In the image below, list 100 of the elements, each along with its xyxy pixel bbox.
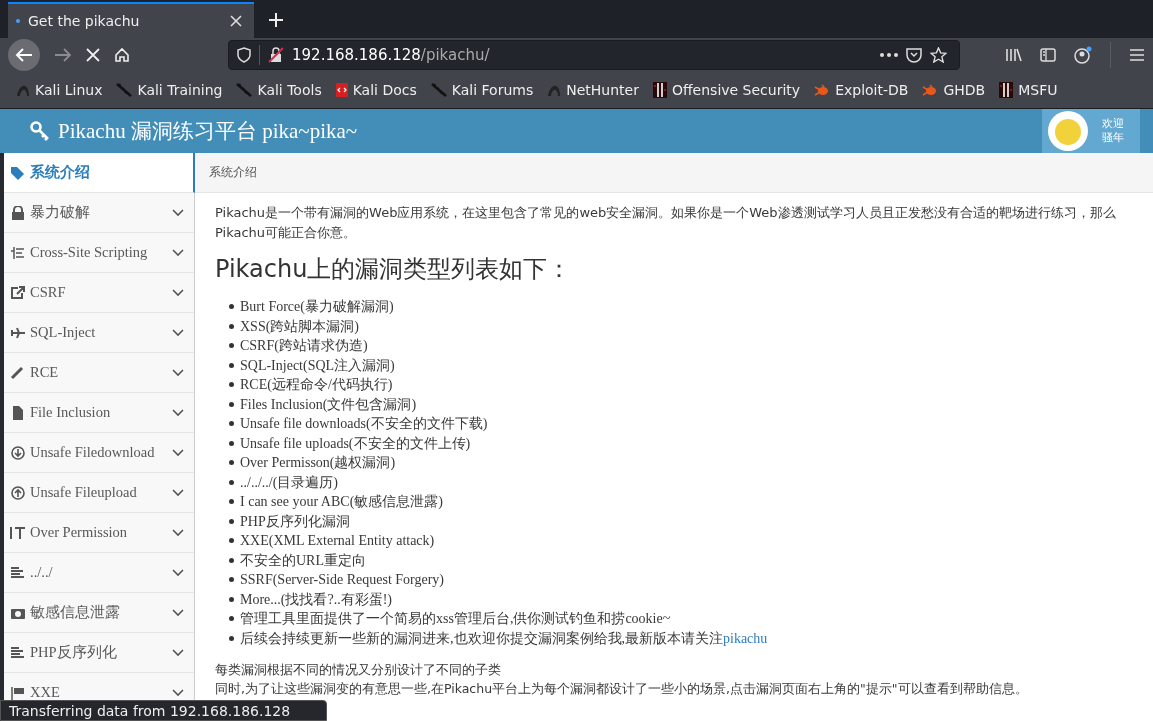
list-item: XSS(跨站脚本漏洞) bbox=[240, 317, 359, 336]
bullet-icon bbox=[229, 304, 234, 310]
status-tooltip: Transferring data from 192.168.186.128 bbox=[0, 700, 327, 721]
bookmark[interactable]: Kali Training bbox=[116, 82, 223, 98]
link[interactable]: pikachu bbox=[723, 630, 768, 646]
sidebar-item[interactable]: Cross-Site Scripting bbox=[4, 233, 194, 273]
sidebar-item[interactable]: Unsafe Fileupload bbox=[4, 473, 194, 513]
list-item: Files Inclusion(文件包含漏洞) bbox=[240, 395, 417, 414]
bookmark[interactable]: Offensive Security bbox=[652, 82, 801, 98]
bookmark[interactable]: Kali Tools bbox=[236, 82, 322, 98]
bullet-icon bbox=[229, 323, 234, 329]
note-text: 每类漏洞根据不同的情况又分别设计了不同的子类 bbox=[215, 661, 502, 679]
back-icon[interactable] bbox=[8, 39, 40, 71]
greeting-text: 骚年 bbox=[1101, 131, 1125, 145]
menu-icon[interactable] bbox=[1129, 48, 1145, 62]
breadcrumb[interactable]: 系统介绍 bbox=[209, 164, 257, 181]
library-icon[interactable] bbox=[1006, 48, 1022, 62]
bullet-icon bbox=[229, 479, 234, 485]
sidebar-item[interactable]: ../../ bbox=[4, 553, 194, 593]
plane-icon bbox=[10, 325, 26, 340]
chevron-down-icon bbox=[172, 688, 184, 697]
bookmark[interactable]: GHDB bbox=[922, 82, 986, 98]
more-icon[interactable] bbox=[880, 53, 898, 57]
list-item: Over Permisson(越权漏洞) bbox=[240, 454, 396, 472]
forward-icon[interactable] bbox=[54, 47, 72, 63]
bookmark[interactable]: Exploit-DB bbox=[814, 82, 909, 98]
bullet-icon bbox=[229, 401, 234, 407]
bookmark[interactable]: NetHunter bbox=[547, 82, 639, 98]
greeting-text: 欢迎 bbox=[1101, 117, 1125, 131]
share-icon bbox=[10, 285, 26, 300]
avatar-icon bbox=[1048, 111, 1088, 151]
address-bar[interactable]: 192.168.186.128/pikachu/ bbox=[228, 40, 960, 70]
bullet-icon bbox=[229, 499, 234, 505]
lock-icon bbox=[10, 205, 26, 220]
bug-icon bbox=[922, 83, 939, 97]
chevron-down-icon bbox=[172, 608, 184, 617]
sidebar-item[interactable]: 暴力破解 bbox=[4, 193, 194, 233]
bullet-icon bbox=[229, 596, 234, 602]
chevron-down-icon bbox=[172, 288, 184, 297]
close-icon[interactable] bbox=[230, 15, 242, 27]
sidebar-item[interactable]: CSRF bbox=[4, 273, 194, 313]
up-icon bbox=[10, 485, 26, 500]
bullet-icon bbox=[229, 518, 234, 524]
bullet-icon bbox=[229, 577, 234, 583]
intro-paragraph: Pikachu是一个带有漏洞的Web应用系统，在这里包含了常见的web安全漏洞。如果你是一个Web渗透测试学习人员且正发愁没有合适的靶场进行练习，那么Pikachu可能正合你意。 bbox=[215, 204, 1117, 242]
bullet-icon bbox=[229, 460, 234, 466]
bullet-icon bbox=[229, 382, 234, 388]
chevron-down-icon bbox=[172, 328, 184, 337]
home-icon[interactable] bbox=[114, 47, 130, 63]
sidebar-icon[interactable] bbox=[1040, 48, 1056, 62]
list-item: SSRF(Server-Side Request Forgery) bbox=[240, 571, 444, 589]
pocket-icon[interactable] bbox=[906, 47, 922, 63]
sidebar-item[interactable]: SQL-Inject bbox=[4, 313, 194, 353]
bookmark[interactable]: Kali Docs bbox=[335, 82, 417, 98]
insecure-lock-icon bbox=[268, 47, 284, 63]
shield-icon[interactable] bbox=[237, 47, 251, 63]
pencil-icon bbox=[10, 365, 26, 380]
sidebar-item[interactable]: Unsafe Filedownload bbox=[4, 433, 194, 473]
sidebar-item[interactable]: File Inclusion bbox=[4, 393, 194, 433]
list-item: 后续会持续更新一些新的漏洞进来,也欢迎你提交漏洞案例给我,最新版本请关注pikachu bbox=[240, 629, 768, 648]
bookmark[interactable]: Kali Linux bbox=[16, 82, 103, 98]
sidebar-item[interactable]: 系统介绍 bbox=[4, 153, 195, 193]
offsec-icon bbox=[652, 82, 667, 98]
browser-tab[interactable]: Get the pikachu bbox=[8, 2, 254, 38]
stop-icon[interactable] bbox=[86, 48, 100, 62]
account-icon[interactable] bbox=[1074, 46, 1092, 64]
bullet-icon bbox=[229, 343, 234, 349]
list-item: 管理工具里面提供了一个简易的xss管理后台,供你测试钓鱼和捞cookie~ bbox=[240, 610, 671, 628]
chevron-down-icon bbox=[172, 648, 184, 657]
lines-icon bbox=[10, 565, 26, 580]
bullet-icon bbox=[229, 635, 234, 641]
chevron-down-icon bbox=[172, 208, 184, 217]
text-icon bbox=[10, 525, 26, 540]
chevron-down-icon bbox=[172, 568, 184, 577]
star-icon[interactable] bbox=[930, 47, 947, 63]
bookmark[interactable]: MSFU bbox=[999, 82, 1058, 98]
bullet-icon bbox=[229, 362, 234, 368]
bullet-icon bbox=[229, 440, 234, 446]
tag-icon bbox=[10, 165, 26, 180]
list-item: Unsafe file uploads(不安全的文件上传) bbox=[240, 434, 471, 453]
list-item: More...(找找看?..有彩蛋!) bbox=[240, 590, 393, 609]
list-item: RCE(远程命令/代码执行) bbox=[240, 376, 393, 394]
lines-icon bbox=[10, 645, 26, 660]
sidebar-item[interactable]: Over Permission bbox=[4, 513, 194, 553]
tree-icon bbox=[10, 245, 26, 260]
new-tab-icon[interactable] bbox=[268, 12, 284, 28]
chevron-down-icon bbox=[172, 408, 184, 417]
chevron-down-icon bbox=[172, 528, 184, 537]
bookmark[interactable]: Kali Forums bbox=[430, 82, 534, 98]
list-item: CSRF(跨站请求伪造) bbox=[240, 337, 368, 355]
sidebar-item[interactable]: 敏感信息泄露 bbox=[4, 593, 194, 633]
down-icon bbox=[10, 445, 26, 460]
key-icon bbox=[30, 121, 50, 141]
list-item: Unsafe file downloads(不安全的文件下载) bbox=[240, 415, 488, 433]
docs-icon bbox=[335, 83, 348, 97]
section-heading: Pikachu上的漏洞类型列表如下： bbox=[215, 254, 573, 285]
sidebar-item[interactable]: RCE bbox=[4, 353, 194, 393]
chevron-down-icon bbox=[172, 368, 184, 377]
note-text: 同时,为了让这些漏洞变的有意思一些,在Pikachu平台上为每个漏洞都设计了一些小的场景,点击漏洞页面右上角的"提示"可以查看到帮助信息。 bbox=[215, 680, 1029, 698]
sidebar-item[interactable]: PHP反序列化 bbox=[4, 633, 194, 673]
